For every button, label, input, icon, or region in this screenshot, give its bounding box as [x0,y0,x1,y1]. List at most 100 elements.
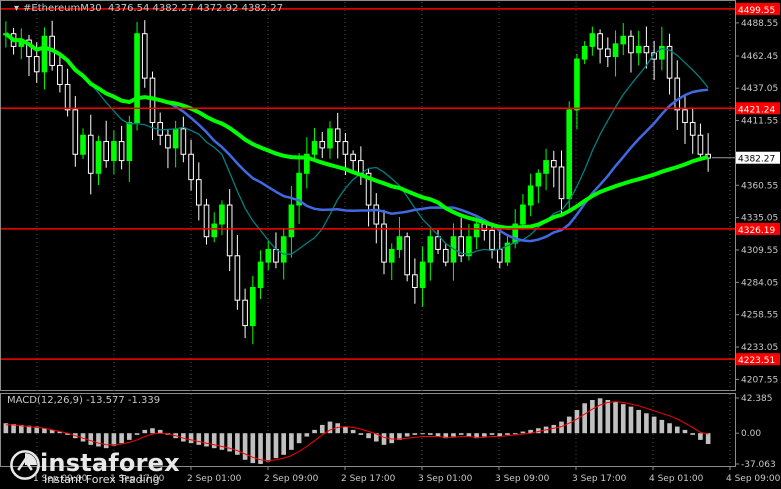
macd-bar [358,433,364,435]
candle-body [172,128,179,149]
candle-body [57,64,63,85]
candle-body [612,43,619,58]
candle-body [388,248,395,263]
macd-bar [96,433,101,447]
macd-bar [505,433,510,435]
macd-bar [211,433,217,449]
macd-bar [582,403,587,434]
candle-body [527,185,534,206]
candle-body [635,45,642,54]
macd-bar [188,433,194,444]
macd-bar [343,426,348,434]
candle-body [165,134,171,149]
candle-body [427,236,434,263]
macd-bar [296,433,302,444]
macd-bar [613,401,618,434]
candle-body [682,109,688,124]
macd-bar [690,433,696,435]
time-tick-label: 4 Sep 09:00 [726,474,781,484]
price-tick-label: 4411.55 [741,117,778,127]
candle-body [520,204,526,225]
macd-bar [273,433,279,459]
candle-body [250,286,256,327]
candle-body [288,204,295,238]
price-tick-label: 4258.55 [741,311,778,321]
candle-body [419,261,426,288]
macd-bar [127,433,132,440]
macd-bar [289,433,294,450]
time-tick-label: 4 Sep 01:00 [649,474,704,484]
macd-bar [196,433,202,445]
candle-body [373,204,380,225]
macd-bar [88,433,94,445]
macd-bar [366,433,371,439]
macd-bar [204,433,209,447]
candle-body [358,160,364,174]
candle-body [95,141,102,174]
trading-chart[interactable]: 4499.55 4421.24 4326.19 4223.51 4382.27 4488… [0,0,781,489]
candle-body [442,248,449,263]
candle-body [396,236,403,250]
macd-bar [667,423,672,434]
watermark-tagline: Instant Forex Trading [44,473,160,486]
candle-body [697,134,704,155]
current-price-label: 4382.27 [738,155,775,165]
candle-body [257,261,264,288]
price-tick-label: 4284.05 [741,278,778,288]
macd-bar [674,426,680,434]
macd-bar [428,433,433,435]
macd-bar [482,433,487,437]
ohlc-values: 4376.54 4382.27 4372.92 4382.27 [107,3,283,14]
candle-body [566,109,573,200]
macd-bar [620,404,626,434]
macd-bar [250,433,256,464]
dropdown-arrow-icon[interactable]: ▾ [14,3,19,14]
macd-tick-label: -37.063 [741,460,776,470]
macd-tick-label: 0.00 [741,429,761,439]
candle-body [118,141,125,162]
candle-body [689,122,696,136]
candle-body [550,160,557,168]
candle-body [234,255,241,301]
price-tick-label: 4360.55 [741,181,778,191]
macd-bar [489,433,495,435]
macd-bar [111,433,117,446]
candle-body [496,248,503,263]
candle-body [597,33,603,50]
candle-body [134,33,140,124]
candle-body [64,83,71,111]
candle-body [203,204,210,238]
candle-body [334,128,341,143]
macd-bar [265,433,271,462]
macd-bar [103,433,109,449]
candle-body [435,236,441,250]
candle-body [111,141,117,162]
level-label: 4421.24 [738,105,775,115]
time-tick-label: 3 Sep 01:00 [418,474,473,484]
candle-body [226,204,233,257]
candle-body [342,141,349,155]
time-tick-label: 2 Sep 01:00 [187,474,242,484]
macd-bar [242,433,248,460]
symbol-timeframe: #EthereumM30 [23,3,102,14]
macd-header: MACD(12,26,9) -13.577 -1.339 [7,395,161,406]
macd-bar [659,419,665,434]
macd-bar [698,433,703,440]
macd-bar [312,429,317,434]
candle-body [412,274,418,288]
price-tick-label: 4488.55 [741,19,778,29]
candle-body [265,248,272,263]
candle-body [280,236,287,263]
chart-header: ▾ #EthereumM30 4376.54 4382.27 4372.92 43… [14,3,283,14]
macd-bar [281,433,286,455]
candle-body [350,153,356,162]
candle-body [188,153,194,181]
instaforex-logo-icon [10,450,40,480]
candle-body [87,134,94,174]
candle-body [535,172,542,187]
macd-bar [350,429,356,434]
price-tick-label: 4309.55 [741,246,778,256]
macd-bar [420,433,425,435]
level-label: 4499.55 [738,6,775,16]
time-tick-label: 2 Sep 17:00 [341,474,396,484]
